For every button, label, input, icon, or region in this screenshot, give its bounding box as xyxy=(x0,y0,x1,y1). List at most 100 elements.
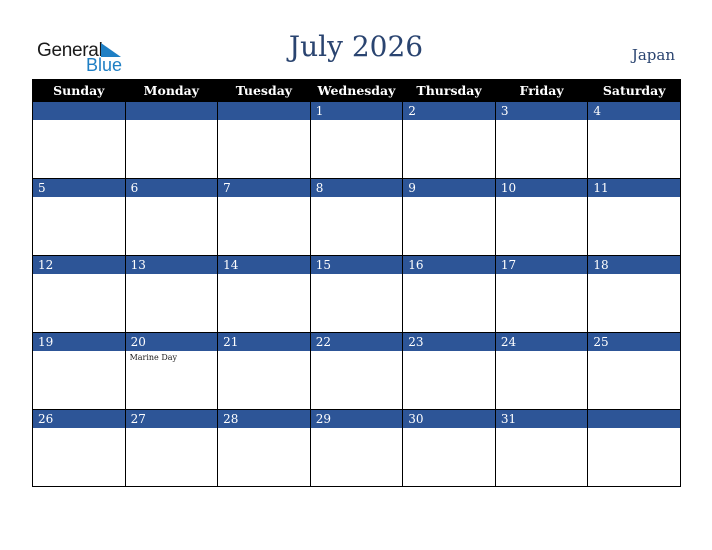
holiday-label xyxy=(311,197,403,199)
holiday-label xyxy=(126,120,218,122)
day-cell[interactable]: 8 xyxy=(309,178,404,256)
day-number: 13 xyxy=(125,256,218,274)
day-cell[interactable]: 1 xyxy=(309,101,404,179)
holiday-label xyxy=(496,351,588,353)
day-number: 1 xyxy=(310,102,403,120)
week-row: 26 27 28 29 30 31 xyxy=(32,409,681,487)
day-cell[interactable] xyxy=(217,101,311,179)
weekday-header: Thursday xyxy=(402,79,496,102)
day-cell[interactable]: 5 xyxy=(32,178,126,256)
day-cell[interactable]: 18 xyxy=(587,255,681,333)
weekday-header: Tuesday xyxy=(217,79,311,102)
day-number xyxy=(125,102,218,120)
day-cell[interactable]: 20 Marine Day xyxy=(124,332,219,410)
holiday-label xyxy=(33,120,125,122)
day-cell[interactable] xyxy=(124,101,219,179)
day-number: 11 xyxy=(588,179,680,197)
day-number: 28 xyxy=(218,410,310,428)
holiday-label xyxy=(588,120,680,122)
week-row: 1234 xyxy=(32,101,681,179)
day-cell[interactable]: 28 xyxy=(217,409,311,487)
day-number: 6 xyxy=(125,179,218,197)
holiday-label xyxy=(311,351,403,353)
week-row: 19 20 Marine Day 21 22 23 24 25 xyxy=(32,332,681,410)
day-cell[interactable]: 24 xyxy=(494,332,589,410)
day-number: 19 xyxy=(33,333,125,351)
holiday-label xyxy=(588,428,680,430)
day-cell[interactable]: 29 xyxy=(309,409,404,487)
day-number: 12 xyxy=(33,256,125,274)
day-number: 26 xyxy=(33,410,125,428)
holiday-label xyxy=(126,274,218,276)
holiday-label xyxy=(33,274,125,276)
holiday-label xyxy=(403,197,495,199)
weekday-header: Wednesday xyxy=(309,79,404,102)
day-cell[interactable]: 17 xyxy=(494,255,589,333)
day-number: 2 xyxy=(403,102,495,120)
weekday-header: Saturday xyxy=(587,79,681,102)
day-number: 22 xyxy=(310,333,403,351)
day-number: 27 xyxy=(125,410,218,428)
calendar-title: July 2026 xyxy=(288,30,424,63)
day-number: 23 xyxy=(403,333,495,351)
country-label: Japan xyxy=(631,46,675,64)
day-number: 18 xyxy=(588,256,680,274)
day-cell[interactable]: 14 xyxy=(217,255,311,333)
holiday-label xyxy=(126,428,218,430)
holiday-label xyxy=(588,197,680,199)
day-number xyxy=(588,410,680,428)
day-number: 15 xyxy=(310,256,403,274)
day-cell[interactable]: 16 xyxy=(402,255,496,333)
holiday-label xyxy=(218,351,310,353)
day-cell[interactable]: 15 xyxy=(309,255,404,333)
week-row: 12 13 14 15 16 17 18 xyxy=(32,255,681,333)
day-cell[interactable]: 21 xyxy=(217,332,311,410)
weekday-header-row: Sunday Monday Tuesday Wednesday Thursday… xyxy=(32,79,681,102)
day-number: 9 xyxy=(403,179,495,197)
day-number: 30 xyxy=(403,410,495,428)
day-cell[interactable]: 10 xyxy=(494,178,589,256)
day-number: 5 xyxy=(33,179,125,197)
day-number: 25 xyxy=(588,333,680,351)
day-cell[interactable]: 31 xyxy=(494,409,589,487)
day-cell[interactable] xyxy=(587,409,681,487)
holiday-label xyxy=(403,428,495,430)
holiday-label xyxy=(496,274,588,276)
day-number: 4 xyxy=(588,102,680,120)
day-cell[interactable]: 9 xyxy=(402,178,496,256)
day-cell[interactable]: 30 xyxy=(402,409,496,487)
day-cell[interactable]: 7 xyxy=(217,178,311,256)
day-number: 20 xyxy=(125,333,218,351)
holiday-label xyxy=(496,428,588,430)
day-cell[interactable]: 12 xyxy=(32,255,126,333)
day-cell[interactable]: 27 xyxy=(124,409,219,487)
day-cell[interactable]: 19 xyxy=(32,332,126,410)
holiday-label xyxy=(311,120,403,122)
holiday-label xyxy=(33,351,125,353)
day-cell[interactable]: 11 xyxy=(587,178,681,256)
day-cell[interactable]: 2 xyxy=(402,101,496,179)
day-number: 7 xyxy=(218,179,310,197)
day-cell[interactable]: 6 xyxy=(124,178,219,256)
day-number: 29 xyxy=(310,410,403,428)
day-cell[interactable]: 26 xyxy=(32,409,126,487)
day-number: 16 xyxy=(403,256,495,274)
day-cell[interactable]: 4 xyxy=(587,101,681,179)
holiday-label xyxy=(218,274,310,276)
holiday-label xyxy=(588,274,680,276)
day-cell[interactable]: 22 xyxy=(309,332,404,410)
day-number: 8 xyxy=(310,179,403,197)
day-cell[interactable]: 23 xyxy=(402,332,496,410)
day-cell[interactable]: 13 xyxy=(124,255,219,333)
holiday-label xyxy=(33,197,125,199)
day-number xyxy=(33,102,125,120)
day-cell[interactable] xyxy=(32,101,126,179)
day-number: 10 xyxy=(495,179,588,197)
day-cell[interactable]: 3 xyxy=(494,101,589,179)
holiday-label xyxy=(496,197,588,199)
day-cell[interactable]: 25 xyxy=(587,332,681,410)
day-number xyxy=(218,102,310,120)
holiday-label xyxy=(218,428,310,430)
holiday-label xyxy=(311,274,403,276)
day-number: 3 xyxy=(495,102,588,120)
